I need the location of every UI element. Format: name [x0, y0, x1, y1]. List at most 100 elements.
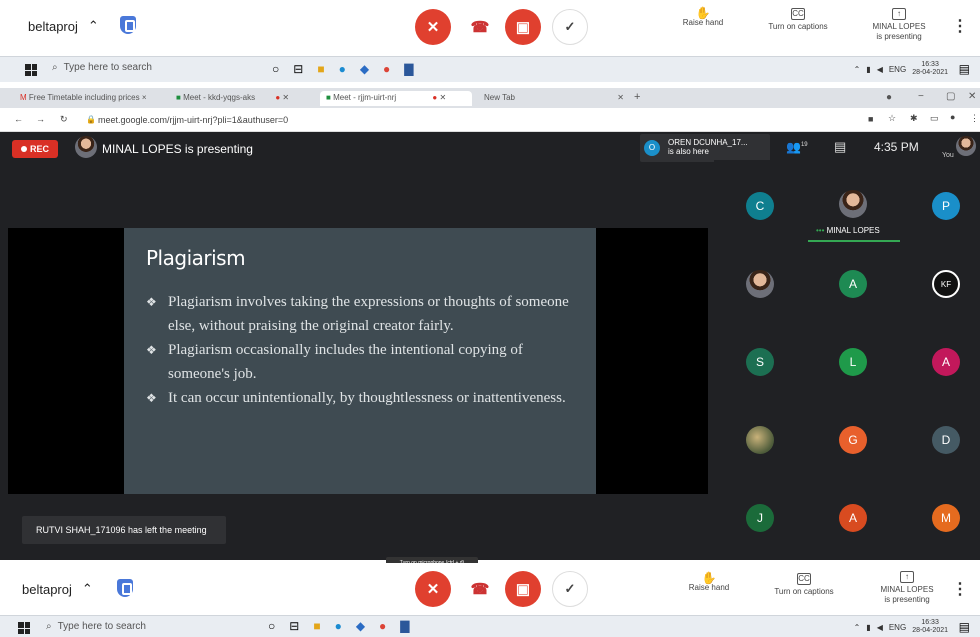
- back-icon[interactable]: ←: [14, 114, 23, 124]
- tray-arrow-icon[interactable]: ⌃: [854, 623, 861, 632]
- presenting-indicator[interactable]: ↑ MINAL LOPES is presenting: [866, 8, 932, 42]
- end-call-button[interactable]: ☎: [462, 571, 498, 607]
- language-indicator[interactable]: ENG: [889, 623, 906, 632]
- edge-icon[interactable]: ●: [335, 619, 342, 633]
- participant-tile[interactable]: G: [839, 426, 867, 454]
- tab-meet-1[interactable]: ■ Meet - kkd-yqgs-aks ● ✕: [170, 91, 312, 106]
- raise-hand-button[interactable]: ✋ Raise hand: [678, 7, 728, 28]
- url-field[interactable]: meet.google.com/rjjm-uirt-nrj?pli=1&auth…: [98, 115, 288, 125]
- presenting-indicator[interactable]: ↑ MINAL LOPES is presenting: [874, 571, 940, 605]
- people-count: 19: [800, 142, 808, 148]
- participant-logo-tile[interactable]: KF: [932, 270, 960, 298]
- taskbar-clock[interactable]: 16:33 28-04-2021: [912, 619, 948, 635]
- camera-off-button[interactable]: ▣: [505, 9, 541, 45]
- volume-icon[interactable]: ◀: [877, 623, 883, 632]
- reload-icon[interactable]: ↻: [60, 114, 68, 125]
- edge-icon[interactable]: ●: [339, 62, 346, 76]
- captions-icon: CC: [797, 573, 811, 585]
- close-icon[interactable]: ✕: [282, 93, 289, 102]
- captions-icon: CC: [791, 8, 805, 20]
- tab-label: New Tab: [484, 93, 515, 102]
- camera-indicator-icon[interactable]: ■: [868, 114, 873, 124]
- taskbar-search[interactable]: ⌕ Type here to search: [46, 621, 146, 632]
- task-view-icon[interactable]: ⊟: [293, 62, 303, 76]
- participant-tile[interactable]: S: [746, 348, 774, 376]
- self-avatar[interactable]: [956, 136, 976, 156]
- close-icon[interactable]: ✕: [617, 93, 624, 102]
- close-window-icon[interactable]: ✕: [968, 91, 976, 102]
- participant-tile[interactable]: A: [932, 348, 960, 376]
- participant-tile[interactable]: J: [746, 504, 774, 532]
- captions-button[interactable]: CC Turn on captions: [762, 8, 834, 32]
- tab-timetable[interactable]: M Free Timetable including prices ×: [14, 91, 166, 106]
- profile-dot-icon[interactable]: ●: [886, 92, 892, 103]
- network-icon[interactable]: ▮: [866, 623, 870, 632]
- camera-off-button[interactable]: ▣: [505, 571, 541, 607]
- more-options-icon[interactable]: ⋮: [952, 579, 968, 599]
- more-options-icon[interactable]: ⋮: [952, 16, 968, 36]
- chrome-icon[interactable]: ●: [383, 62, 390, 76]
- tray-arrow-icon[interactable]: ⌃: [854, 65, 861, 74]
- tab-meet-2[interactable]: ■ Meet - rjjm-uirt-nrj ● ✕: [320, 91, 472, 106]
- taskbar-search[interactable]: ⌕ Type here to search: [52, 62, 152, 73]
- language-indicator[interactable]: ENG: [889, 65, 906, 74]
- raise-hand-button[interactable]: ✋ Raise hand: [684, 572, 734, 593]
- clock-date: 28-04-2021: [912, 69, 948, 76]
- mic-off-button[interactable]: ✕: [415, 9, 451, 45]
- cortana-icon[interactable]: ○: [272, 62, 279, 76]
- new-tab-icon[interactable]: +: [634, 91, 640, 103]
- media-icon[interactable]: ▭: [930, 113, 939, 124]
- gmail-icon: M: [20, 93, 27, 102]
- windows-start-icon[interactable]: [25, 64, 37, 76]
- profile-icon[interactable]: ●: [950, 112, 955, 122]
- captions-label: Turn on captions: [774, 587, 834, 596]
- also-here-chip[interactable]: O OREN DCUNHA_17... is also here: [640, 134, 770, 162]
- tab-label: Meet - rjjm-uirt-nrj: [333, 93, 397, 102]
- forward-icon[interactable]: →: [36, 114, 45, 124]
- check-button[interactable]: ✓: [552, 9, 588, 45]
- star-icon[interactable]: ☆: [888, 113, 896, 124]
- participant-photo[interactable]: [746, 426, 774, 454]
- notification-icon[interactable]: ▤: [959, 620, 970, 634]
- file-explorer-icon[interactable]: ■: [313, 619, 320, 633]
- store-icon[interactable]: ◆: [360, 62, 369, 76]
- taskbar-clock[interactable]: 16:33 28-04-2021: [912, 61, 948, 77]
- participant-tile[interactable]: D: [932, 426, 960, 454]
- presenter-status: is presenting: [876, 32, 922, 41]
- menu-icon[interactable]: ⋮: [970, 113, 979, 124]
- file-explorer-icon[interactable]: ■: [317, 62, 324, 76]
- store-icon[interactable]: ◆: [356, 619, 365, 633]
- participant-tile[interactable]: C: [746, 192, 774, 220]
- windows-start-icon[interactable]: [18, 622, 30, 634]
- network-icon[interactable]: ▮: [866, 65, 870, 74]
- task-view-icon[interactable]: ⊟: [289, 619, 299, 633]
- participant-tile[interactable]: L: [839, 348, 867, 376]
- captions-button[interactable]: CC Turn on captions: [768, 573, 840, 597]
- people-button[interactable]: 👥19: [786, 140, 808, 154]
- chat-icon[interactable]: ▤: [834, 139, 846, 155]
- participant-photo[interactable]: [746, 270, 774, 298]
- browser-addressbar: ← → ↻ 🔒 meet.google.com/rjjm-uirt-nrj?pl…: [0, 108, 980, 132]
- cortana-icon[interactable]: ○: [268, 619, 275, 633]
- project-menu[interactable]: beltaproj ⌃: [28, 18, 99, 34]
- participant-tile[interactable]: A: [839, 504, 867, 532]
- notification-icon[interactable]: ▤: [959, 62, 970, 76]
- participant-photo-minal[interactable]: [839, 190, 867, 218]
- chrome-icon[interactable]: ●: [379, 619, 386, 633]
- volume-icon[interactable]: ◀: [877, 65, 883, 74]
- word-icon[interactable]: ▇: [400, 619, 409, 633]
- maximize-icon[interactable]: ▢: [946, 91, 955, 102]
- participant-tile[interactable]: M: [932, 504, 960, 532]
- minimize-icon[interactable]: −: [918, 91, 924, 102]
- extension-icon[interactable]: ✱: [910, 113, 918, 124]
- tab-new[interactable]: New Tab ✕: [478, 91, 628, 106]
- participant-tile[interactable]: A: [839, 270, 867, 298]
- project-menu[interactable]: beltaproj ⌃: [22, 581, 93, 597]
- mic-off-button[interactable]: ✕: [415, 571, 451, 607]
- end-call-button[interactable]: ☎: [462, 9, 498, 45]
- participant-tile[interactable]: P: [932, 192, 960, 220]
- close-icon[interactable]: ✕: [440, 93, 447, 102]
- word-icon[interactable]: ▇: [404, 62, 413, 76]
- check-button[interactable]: ✓: [552, 571, 588, 607]
- clock-date: 28-04-2021: [912, 627, 948, 634]
